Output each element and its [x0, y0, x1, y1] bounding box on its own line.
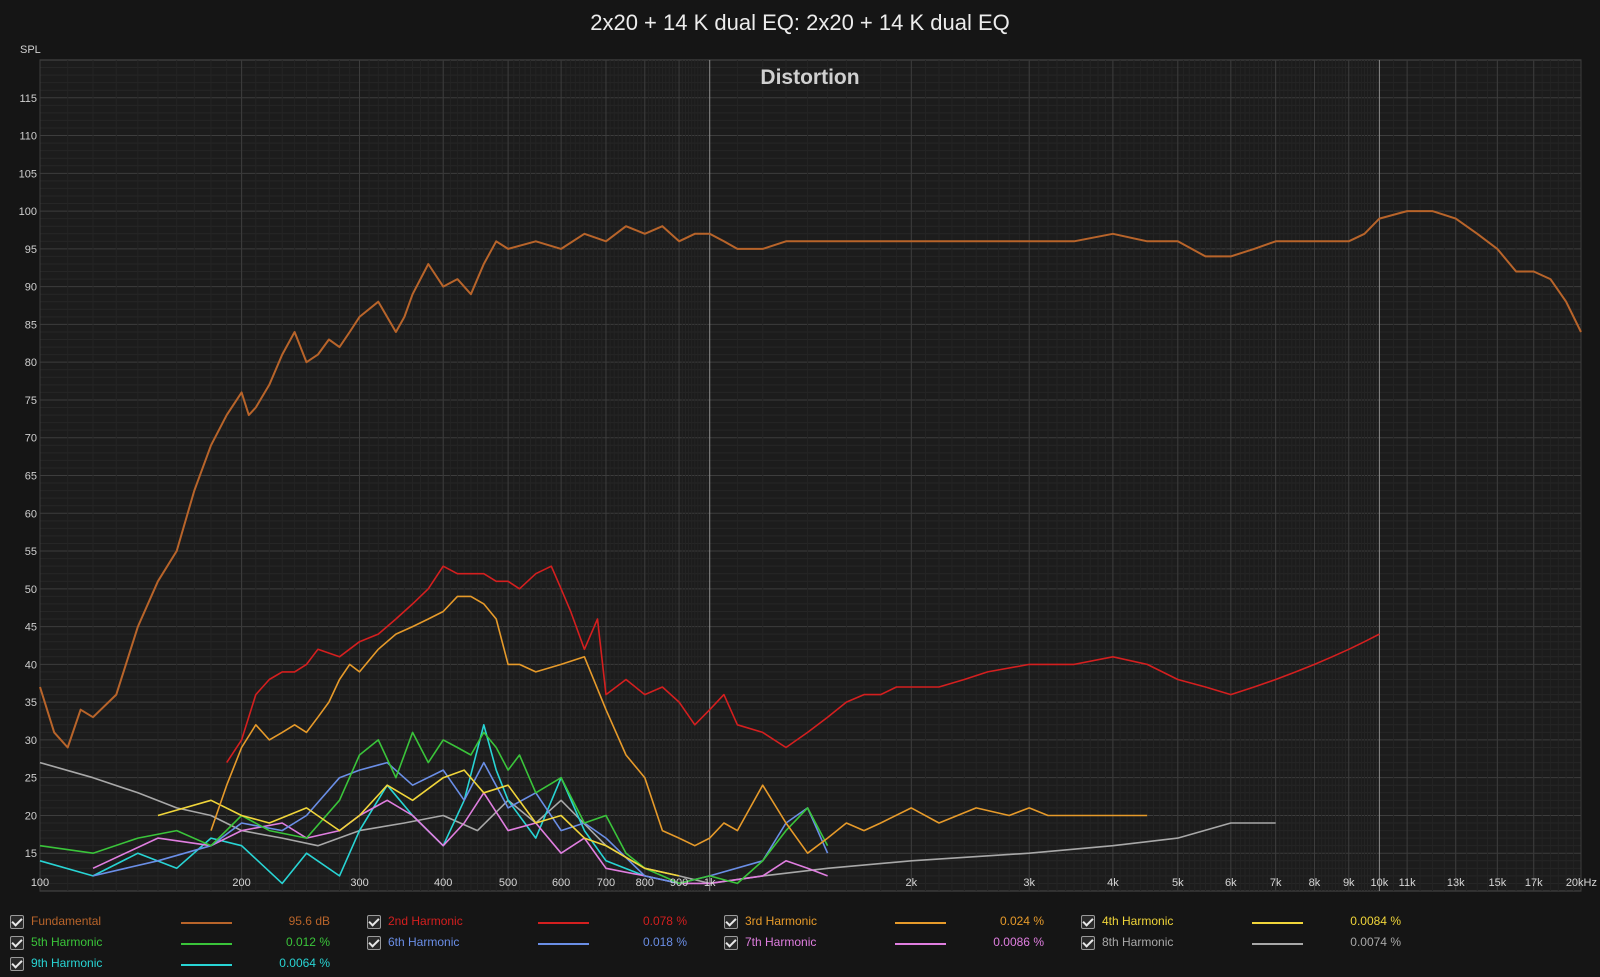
legend-checkbox[interactable]	[10, 936, 24, 950]
y-tick-label: 45	[25, 622, 37, 634]
y-tick-label: 105	[19, 168, 37, 180]
legend-swatch	[181, 922, 232, 924]
legend-series-value: 0.0086 %	[993, 935, 1044, 949]
x-tick-label: 600	[552, 877, 570, 889]
legend-swatch	[538, 922, 589, 924]
legend-item-3rd-harmonic[interactable]: 3rd Harmonic 0.024 %	[724, 912, 1054, 932]
legend-checkbox[interactable]	[10, 915, 24, 929]
y-axis-ticks: 15 20 25 30 35 40 45 50 55 60 65 70 75 80 85 90 95 100 105…	[19, 93, 37, 860]
x-tick-label: 15k	[1488, 877, 1506, 889]
x-tick-label: 800	[636, 877, 654, 889]
x-tick-label: 100	[31, 877, 49, 889]
x-tick-label: 400	[434, 877, 452, 889]
legend-series-name: 6th Harmonic	[388, 935, 460, 949]
legend-series-name: 9th Harmonic	[31, 956, 103, 970]
x-tick-label: 11k	[1399, 877, 1416, 889]
legend-series-name: Fundamental	[31, 914, 102, 928]
x-tick-label: 2k	[905, 877, 917, 889]
chart-subtitle: Distortion	[760, 66, 859, 89]
legend-series-name: 8th Harmonic	[1102, 935, 1174, 949]
y-tick-label: 60	[25, 508, 37, 520]
legend-series-value: 0.012 %	[285, 935, 330, 949]
legend-series-value: 0.018 %	[642, 935, 687, 949]
y-tick-label: 75	[25, 395, 37, 407]
legend-series-value: 0.0074 %	[1350, 935, 1401, 949]
x-tick-label: 900	[670, 877, 688, 889]
y-tick-label: 25	[25, 773, 37, 785]
legend-item-4th-harmonic[interactable]: 4th Harmonic 0.0084 %	[1081, 912, 1411, 932]
x-tick-label: 1k	[704, 877, 716, 889]
x-tick-label: 9k	[1343, 877, 1355, 889]
legend-checkbox[interactable]	[10, 957, 24, 971]
legend-series-value: 0.078 %	[642, 914, 687, 928]
legend-series-name: 5th Harmonic	[31, 935, 103, 949]
x-tick-label: 5k	[1172, 877, 1184, 889]
y-tick-label: 100	[19, 206, 37, 218]
x-tick-label: 700	[597, 877, 615, 889]
x-tick-label: 300	[350, 877, 368, 889]
distortion-chart: 100 200 300 400 500 600 700 800 900 1k 2k 3k 4k 5k 6k 7…	[19, 10, 1597, 892]
y-tick-label: 55	[25, 546, 37, 558]
legend-swatch	[1252, 922, 1303, 924]
legend: Fundamental 95.6 dB 2nd Harmonic 0.078 % 3rd…	[0, 912, 1600, 974]
y-tick-label: 40	[25, 659, 37, 671]
legend-checkbox[interactable]	[1081, 915, 1095, 929]
x-tick-label: 3k	[1023, 877, 1035, 889]
y-tick-label: 95	[25, 244, 37, 256]
y-tick-label: 50	[25, 584, 37, 596]
legend-checkbox[interactable]	[1081, 936, 1095, 950]
y-tick-label: 85	[25, 319, 37, 331]
x-tick-label: 6k	[1225, 877, 1237, 889]
legend-item-9th-harmonic[interactable]: 9th Harmonic 0.0064 %	[10, 954, 340, 974]
legend-swatch	[1252, 943, 1303, 945]
legend-swatch	[181, 943, 232, 945]
x-tick-label: 200	[232, 877, 250, 889]
x-tick-label: 7k	[1270, 877, 1282, 889]
x-tick-label: 500	[499, 877, 517, 889]
legend-item-6th-harmonic[interactable]: 6th Harmonic 0.018 %	[367, 933, 697, 953]
legend-item-fundamental[interactable]: Fundamental 95.6 dB	[10, 912, 340, 932]
legend-checkbox[interactable]	[724, 936, 738, 950]
x-tick-label: 17k	[1525, 877, 1543, 889]
x-tick-label: 10k	[1371, 877, 1389, 889]
y-tick-label: 35	[25, 697, 37, 709]
legend-item-5th-harmonic[interactable]: 5th Harmonic 0.012 %	[10, 933, 340, 953]
y-axis-label: SPL	[20, 44, 41, 56]
legend-item-2nd-harmonic[interactable]: 2nd Harmonic 0.078 %	[367, 912, 697, 932]
legend-series-name: 3rd Harmonic	[745, 914, 818, 928]
legend-swatch	[895, 922, 946, 924]
chart-title: 2x20 + 14 K dual EQ: 2x20 + 14 K dual EQ	[590, 10, 1010, 35]
x-tick-label: 4k	[1107, 877, 1119, 889]
legend-series-value: 95.6 dB	[288, 914, 330, 928]
legend-series-value: 0.0084 %	[1350, 914, 1401, 928]
x-tick-label: 20kHz	[1566, 877, 1597, 889]
legend-checkbox[interactable]	[367, 915, 381, 929]
y-tick-label: 15	[25, 848, 37, 860]
legend-swatch	[895, 943, 946, 945]
legend-series-value: 0.024 %	[999, 914, 1044, 928]
legend-checkbox[interactable]	[724, 915, 738, 929]
x-tick-label: 8k	[1309, 877, 1321, 889]
y-tick-label: 65	[25, 471, 37, 483]
y-tick-label: 20	[25, 810, 37, 822]
legend-series-name: 7th Harmonic	[745, 935, 817, 949]
legend-swatch	[538, 943, 589, 945]
y-tick-label: 30	[25, 735, 37, 747]
y-tick-label: 115	[19, 93, 37, 105]
legend-swatch	[181, 964, 232, 966]
y-tick-label: 80	[25, 357, 37, 369]
x-tick-label: 13k	[1447, 877, 1465, 889]
legend-checkbox[interactable]	[367, 936, 381, 950]
legend-series-name: 4th Harmonic	[1102, 914, 1174, 928]
y-tick-label: 70	[25, 433, 37, 445]
legend-series-name: 2nd Harmonic	[388, 914, 463, 928]
y-tick-label: 110	[19, 131, 37, 143]
legend-item-7th-harmonic[interactable]: 7th Harmonic 0.0086 %	[724, 933, 1054, 953]
legend-series-value: 0.0064 %	[279, 956, 330, 970]
legend-item-8th-harmonic[interactable]: 8th Harmonic 0.0074 %	[1081, 933, 1411, 953]
y-tick-label: 90	[25, 282, 37, 294]
